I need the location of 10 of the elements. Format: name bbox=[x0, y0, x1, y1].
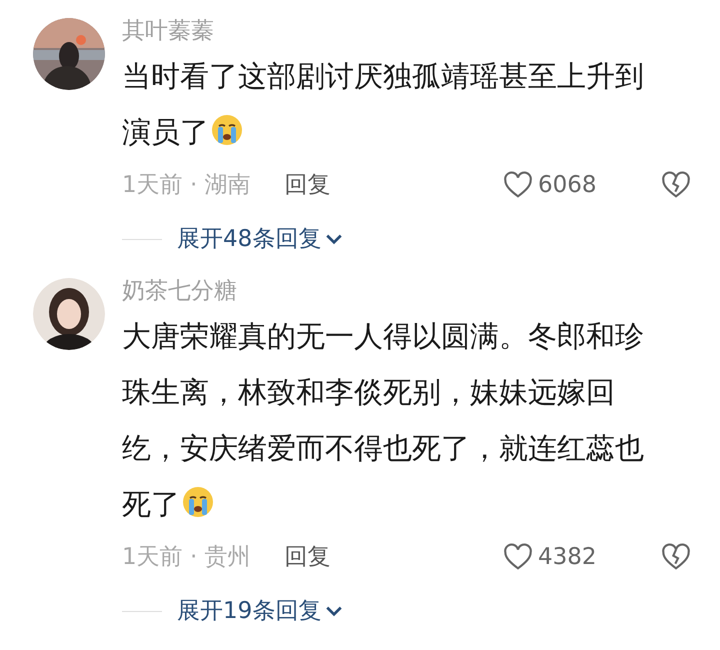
comment-text: 当时看了这部剧讨厌独孤靖瑶甚至上升到演员了 bbox=[122, 59, 644, 149]
time-location: 1天前 · 湖南 bbox=[122, 170, 251, 200]
expand-replies-link[interactable]: 展开19条回复 bbox=[177, 594, 344, 628]
reply-link[interactable]: 回复 bbox=[284, 540, 331, 574]
reply-link[interactable]: 回复 bbox=[284, 168, 331, 202]
expand-replies-link[interactable]: 展开48条回复 bbox=[177, 222, 344, 256]
comment-text: 大唐荣耀真的无一人得以圆满。冬郎和珍珠生离，林致和李倓死别，妹妹远嫁回纥，安庆绪爱而不得也死了，就连红蕊也死了 bbox=[122, 319, 644, 521]
like-count: 4382 bbox=[538, 542, 598, 572]
like-count: 6068 bbox=[538, 170, 598, 200]
time-location: 1天前 · 贵州 bbox=[122, 542, 251, 572]
